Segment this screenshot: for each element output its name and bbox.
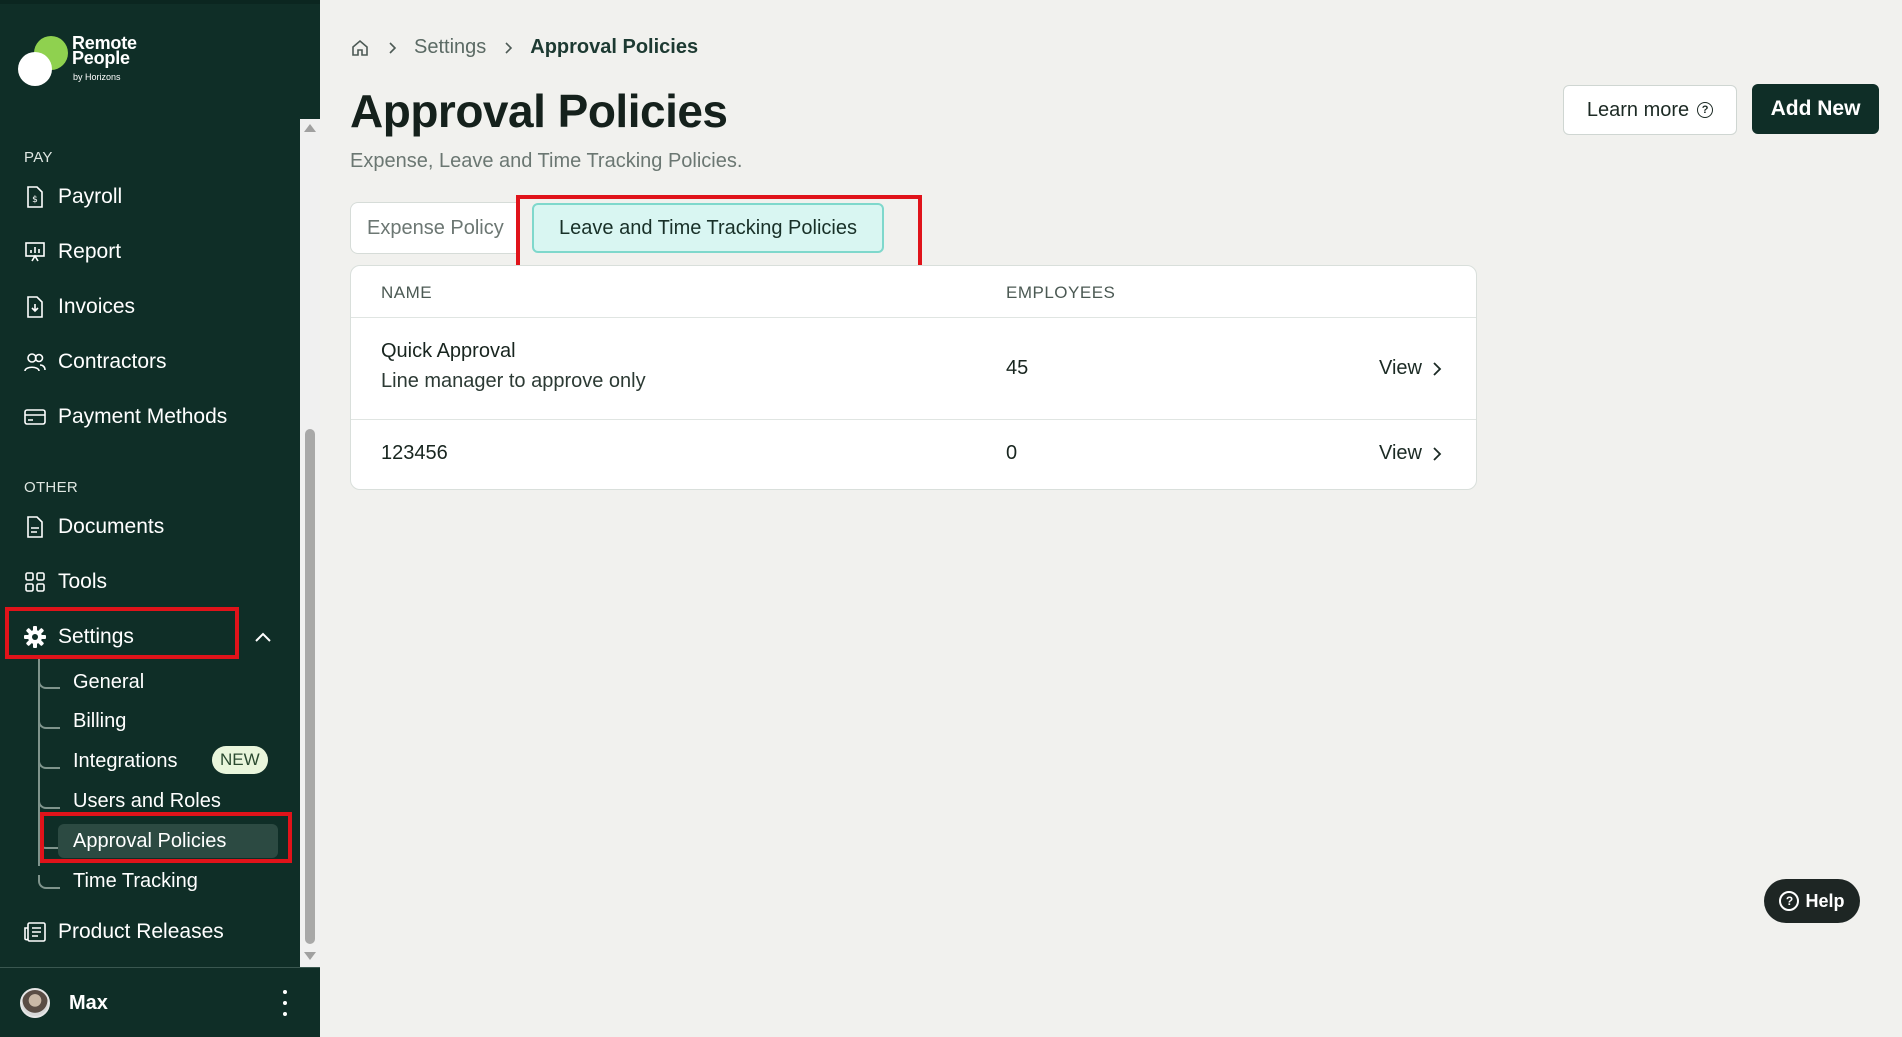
help-label: Help <box>1805 890 1845 911</box>
help-button[interactable]: ? Help <box>1764 879 1860 923</box>
home-icon[interactable] <box>350 38 370 58</box>
sidebar-subitem-time-tracking[interactable]: Time Tracking <box>73 864 198 898</box>
payroll-icon: $ <box>24 186 46 208</box>
grid-icon <box>24 571 46 593</box>
sidebar-item-tools[interactable]: Tools <box>24 564 274 600</box>
view-label: View <box>1379 442 1422 464</box>
tree-branch <box>38 715 60 729</box>
page-subtitle: Expense, Leave and Time Tracking Policie… <box>350 150 743 172</box>
chevron-right-icon <box>1433 446 1442 461</box>
sidebar: Remote People by Horizons PAY $ Payroll … <box>0 0 320 1037</box>
news-icon <box>24 921 46 943</box>
policy-description: Line manager to approve only <box>381 370 646 392</box>
sidebar-item-invoices[interactable]: Invoices <box>24 289 274 325</box>
sidebar-item-settings[interactable]: Settings <box>24 619 274 655</box>
chevron-right-icon <box>1433 361 1442 376</box>
table-row[interactable]: 123456 0 View <box>351 419 1476 489</box>
view-label: View <box>1379 357 1422 379</box>
policies-table: NAME EMPLOYEES Quick Approval Line manag… <box>350 265 1477 490</box>
tree-branch <box>38 795 60 809</box>
tree-branch <box>38 875 60 889</box>
tab-expense-policy[interactable]: Expense Policy <box>350 202 520 254</box>
sidebar-item-documents[interactable]: Documents <box>24 509 274 545</box>
new-badge: NEW <box>212 746 268 774</box>
sidebar-item-label: Payment Methods <box>58 405 228 428</box>
column-header-name: NAME <box>381 283 433 302</box>
tree-branch <box>38 755 60 769</box>
add-new-button[interactable]: Add New <box>1752 84 1879 134</box>
sidebar-scrollbar-thumb[interactable] <box>305 429 315 944</box>
scroll-up-arrow-icon[interactable] <box>304 124 316 132</box>
svg-text:$: $ <box>32 195 38 205</box>
page-title: Approval Policies <box>350 85 728 137</box>
sidebar-item-contractors[interactable]: Contractors <box>24 344 274 380</box>
user-menu[interactable]: Max <box>0 967 320 1037</box>
tab-leave-time-tracking[interactable]: Leave and Time Tracking Policies <box>532 203 884 253</box>
section-label-pay: PAY <box>24 149 53 166</box>
document-icon <box>24 516 46 538</box>
policy-name: Quick Approval <box>381 340 516 362</box>
sidebar-item-label: Payroll <box>58 185 123 208</box>
sidebar-item-report[interactable]: Report <box>24 234 274 270</box>
learn-more-label: Learn more <box>1586 98 1690 121</box>
sidebar-subitem-integrations[interactable]: Integrations <box>73 744 178 778</box>
report-icon <box>24 241 46 263</box>
chevron-right-icon <box>386 41 398 54</box>
view-link[interactable]: View <box>1379 442 1442 465</box>
policy-employees: 0 <box>1006 442 1018 464</box>
sidebar-subitem-billing[interactable]: Billing <box>73 704 126 738</box>
breadcrumb-settings[interactable]: Settings <box>414 36 486 59</box>
question-circle-icon: ? <box>1697 102 1714 118</box>
tree-branch <box>38 675 60 689</box>
sidebar-item-label: Product Releases <box>58 920 224 943</box>
sidebar-item-label: Documents <box>58 515 165 538</box>
gear-icon <box>24 626 46 648</box>
card-icon <box>24 406 46 428</box>
sidebar-item-product-releases[interactable]: Product Releases <box>24 914 274 950</box>
sidebar-item-label: Tools <box>58 570 108 593</box>
breadcrumb: Settings Approval Policies <box>350 36 698 59</box>
sidebar-item-label: Report <box>58 240 122 263</box>
tree-branch <box>38 835 60 849</box>
sidebar-subitem-general[interactable]: General <box>73 665 144 699</box>
chevron-up-icon[interactable] <box>253 628 273 648</box>
view-link[interactable]: View <box>1379 357 1442 380</box>
section-label-other: OTHER <box>24 479 78 496</box>
contractors-icon <box>24 351 46 373</box>
sidebar-item-label: Contractors <box>58 350 167 373</box>
sidebar-subitem-approval-policies[interactable]: Approval Policies <box>58 824 278 858</box>
user-name: Max <box>69 992 108 1014</box>
brand-name: Remote People <box>72 34 137 68</box>
table-row[interactable]: Quick Approval Line manager to approve o… <box>351 317 1476 419</box>
sidebar-subitem-users-and-roles[interactable]: Users and Roles <box>73 784 221 818</box>
sidebar-item-payroll[interactable]: $ Payroll <box>24 179 274 215</box>
sidebar-item-label: Invoices <box>58 295 136 318</box>
policy-employees: 45 <box>1006 357 1029 379</box>
column-header-employees: EMPLOYEES <box>1006 283 1116 302</box>
avatar <box>20 988 50 1018</box>
invoice-icon <box>24 296 46 318</box>
policy-name: 123456 <box>381 442 448 464</box>
sidebar-item-payment-methods[interactable]: Payment Methods <box>24 399 274 435</box>
more-options-icon[interactable] <box>280 990 290 1016</box>
question-circle-icon: ? <box>1779 891 1800 911</box>
scroll-down-arrow-icon[interactable] <box>304 952 316 960</box>
breadcrumb-current: Approval Policies <box>530 36 699 58</box>
brand-name-line2: People <box>72 48 130 68</box>
sidebar-item-label: Settings <box>58 625 134 648</box>
brand-logo[interactable]: Remote People by Horizons <box>18 32 178 92</box>
chevron-right-icon <box>502 41 514 54</box>
learn-more-button[interactable]: Learn more ? <box>1563 85 1737 135</box>
brand-by: by Horizons <box>73 72 121 82</box>
logo-mark-white <box>18 52 52 86</box>
